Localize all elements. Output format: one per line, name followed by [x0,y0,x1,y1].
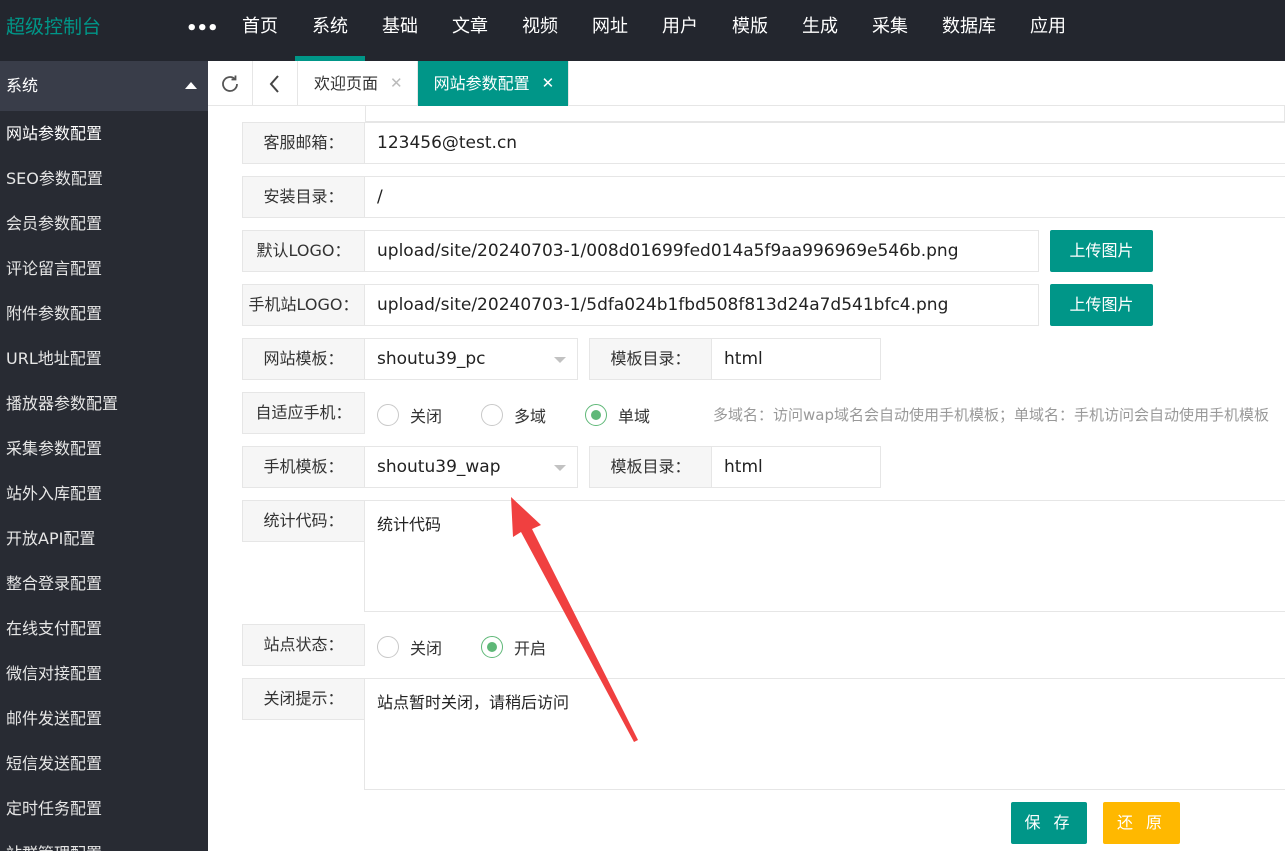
nav-url[interactable]: 网址 [575,0,645,61]
nav-basic[interactable]: 基础 [365,0,435,61]
mobile-template-label: 手机模板： [242,446,365,488]
sidebar: 系统 网站参数配置 SEO参数配置 会员参数配置 评论留言配置 附件参数配置 U… [0,61,208,851]
more-icon[interactable]: ••• [186,0,219,58]
sidebar-item-timer-config[interactable]: 定时任务配置 [0,786,208,831]
status-radio-off[interactable]: 关闭 [377,635,442,659]
radio-icon [481,404,503,426]
sidebar-item-attachment-config[interactable]: 附件参数配置 [0,291,208,336]
close-icon[interactable]: ✕ [390,61,403,106]
nav-system[interactable]: 系统 [295,0,365,61]
nav-collect[interactable]: 采集 [855,0,925,61]
mobile-template-select[interactable]: shoutu39_wap [364,446,578,488]
adaptive-radio-off[interactable]: 关闭 [377,403,442,427]
sidebar-item-payment-config[interactable]: 在线支付配置 [0,606,208,651]
tab-welcome[interactable]: 欢迎页面 ✕ [298,61,418,106]
sidebar-item-collect-config[interactable]: 采集参数配置 [0,426,208,471]
sidebar-item-player-config[interactable]: 播放器参数配置 [0,381,208,426]
stats-label: 统计代码： [242,500,365,542]
chevron-down-icon [554,357,566,363]
upload-logo-button[interactable]: 上传图片 [1050,230,1153,272]
upload-mobile-logo-button[interactable]: 上传图片 [1050,284,1153,326]
tab-back-button[interactable] [253,61,298,106]
radio-label: 多域 [514,407,547,426]
nav-database[interactable]: 数据库 [925,0,1013,61]
adaptive-hint: 多域名：访问wap域名会自动使用手机模板；单域名：手机访问会自动使用手机模板 [713,406,1269,424]
sidebar-item-login-config[interactable]: 整合登录配置 [0,561,208,606]
mobile-logo-label: 手机站LOGO： [242,284,365,326]
refresh-button[interactable] [208,61,253,106]
sidebar-item-sitegroup-config[interactable]: 站群管理配置 [0,831,208,851]
nav-video[interactable]: 视频 [505,0,575,61]
sidebar-item-comment-config[interactable]: 评论留言配置 [0,246,208,291]
top-navbar: 超级控制台 ••• 首页 系统 基础 文章 视频 网址 用户 模版 生成 采集 … [0,0,1285,61]
radio-checked-icon [585,404,607,426]
config-form: 客服邮箱： 123456@test.cn 安装目录： / 默认LOGO： upl… [208,106,1285,851]
nav-template[interactable]: 模版 [715,0,785,61]
radio-label: 关闭 [410,639,443,658]
caret-up-icon [185,82,197,89]
sidebar-item-site-config[interactable]: 网站参数配置 [0,111,208,156]
tab-label: 网站参数配置 [433,74,530,93]
adaptive-radio-multi[interactable]: 多域 [481,403,546,427]
brand-title[interactable]: 超级控制台 [6,0,101,54]
tab-label: 欢迎页面 [314,74,379,93]
refresh-icon [222,75,238,92]
sidebar-item-seo-config[interactable]: SEO参数配置 [0,156,208,201]
site-template-dir-label: 模板目录： [589,338,712,380]
sidebar-item-wechat-config[interactable]: 微信对接配置 [0,651,208,696]
reset-button[interactable]: 还 原 [1103,802,1180,844]
radio-icon [377,404,399,426]
site-template-dir-field[interactable]: html [711,338,881,380]
sidebar-item-sms-config[interactable]: 短信发送配置 [0,741,208,786]
email-field[interactable]: 123456@test.cn [364,122,1285,164]
radio-label: 关闭 [410,407,443,426]
close-tip-label: 关闭提示： [242,678,365,720]
nav-article[interactable]: 文章 [435,0,505,61]
save-button[interactable]: 保 存 [1011,802,1087,844]
radio-icon [377,636,399,658]
close-tip-textarea[interactable]: 站点暂时关闭，请稍后访问 [364,678,1285,790]
email-label: 客服邮箱： [242,122,365,164]
sidebar-item-member-config[interactable]: 会员参数配置 [0,201,208,246]
sidebar-section-system[interactable]: 系统 [0,61,208,111]
site-template-select[interactable]: shoutu39_pc [364,338,578,380]
install-dir-field[interactable]: / [364,176,1285,218]
chevron-down-icon [554,465,566,471]
mobile-template-dir-field[interactable]: html [711,446,881,488]
logo-field[interactable]: upload/site/20240703-1/008d01699fed014a5… [364,230,1039,272]
chevron-left-icon [269,74,279,93]
status-radio-on[interactable]: 开启 [481,635,546,659]
radio-label: 单域 [618,407,651,426]
main-nav: 首页 系统 基础 文章 视频 网址 用户 模版 生成 采集 数据库 应用 [225,0,1083,61]
sidebar-item-email-config[interactable]: 邮件发送配置 [0,696,208,741]
nav-apps[interactable]: 应用 [1013,0,1083,61]
adaptive-label: 自适应手机： [242,392,365,434]
nav-home[interactable]: 首页 [225,0,295,61]
logo-label: 默认LOGO： [242,230,365,272]
nav-generate[interactable]: 生成 [785,0,855,61]
radio-checked-icon [481,636,503,658]
sidebar-item-url-config[interactable]: URL地址配置 [0,336,208,381]
stats-textarea[interactable]: 统计代码 [364,500,1285,612]
radio-label: 开启 [514,639,547,658]
sidebar-item-api-config[interactable]: 开放API配置 [0,516,208,561]
close-icon[interactable]: ✕ [542,61,555,106]
site-template-label: 网站模板： [242,338,365,380]
mobile-template-dir-label: 模板目录： [589,446,712,488]
mobile-logo-field[interactable]: upload/site/20240703-1/5dfa024b1fbd508f8… [364,284,1039,326]
sidebar-section-label: 系统 [6,76,39,95]
previous-field-edge [365,106,1285,122]
tab-site-config[interactable]: 网站参数配置 ✕ [417,61,570,106]
sidebar-item-import-config[interactable]: 站外入库配置 [0,471,208,516]
status-label: 站点状态： [242,624,365,666]
adaptive-radio-single[interactable]: 单域 [585,403,650,427]
tab-bar: 欢迎页面 ✕ 网站参数配置 ✕ [208,61,1285,106]
nav-user[interactable]: 用户 [645,0,715,61]
install-dir-label: 安装目录： [242,176,365,218]
